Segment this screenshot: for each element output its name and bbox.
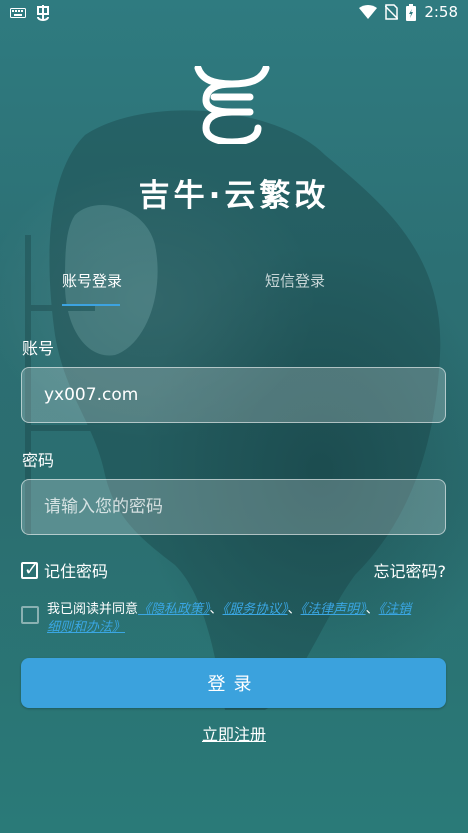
agreement-separator: 、 (287, 602, 301, 617)
app-logo-icon (194, 66, 270, 144)
tab-account-login[interactable]: 账号登录 (62, 270, 122, 291)
register-link[interactable]: 立即注册 (202, 725, 266, 744)
service-agreement-link[interactable]: 《服务协议》 (223, 602, 288, 617)
legal-statement-link[interactable]: 《法律声明》 (301, 602, 366, 617)
account-input[interactable] (42, 384, 425, 406)
bug-icon (37, 5, 49, 21)
forgot-password-link[interactable]: 忘记密码? (374, 558, 447, 582)
agreement-prefix: 我已阅读并同意 (47, 602, 139, 617)
remember-checkbox[interactable]: ✓ (21, 558, 40, 580)
checkmark-icon: ✓ (24, 558, 40, 580)
password-label: 密码 (22, 451, 55, 470)
agreement-checkbox[interactable] (21, 606, 39, 624)
status-time: 2:58 (424, 3, 458, 21)
password-input[interactable] (42, 496, 425, 518)
remember-label: 记住密码 (44, 562, 109, 581)
login-screen: 2:58 吉牛·云繁改 账号登录 短信登录 账号 密码 ✓ 记住密码 忘记密码?… (0, 0, 468, 833)
app-title: 吉牛·云繁改 (138, 178, 330, 214)
active-tab-indicator (62, 304, 120, 306)
register-row: 立即注册 (0, 721, 468, 745)
agreement-text: 我已阅读并同意《隐私政策》、《服务协议》、《法律声明》、《注销细则和办法》 (47, 601, 417, 637)
login-tabs: 账号登录 短信登录 (0, 270, 468, 310)
wifi-icon (359, 5, 378, 19)
account-field[interactable] (21, 367, 446, 423)
tab-sms-login[interactable]: 短信登录 (265, 270, 325, 291)
status-left-icons (10, 4, 52, 22)
login-button[interactable]: 登录 (21, 658, 446, 708)
agreement-separator: 、 (209, 602, 223, 617)
password-field[interactable] (21, 479, 446, 535)
status-right-icons: 2:58 (359, 3, 458, 21)
account-label: 账号 (22, 339, 55, 358)
keyboard-icon (10, 8, 26, 18)
status-bar: 2:58 (0, 0, 468, 26)
agreement-separator: 、 (365, 602, 379, 617)
remember-password[interactable]: ✓ 记住密码 (21, 558, 108, 582)
no-sim-icon (385, 4, 399, 20)
privacy-policy-link[interactable]: 《隐私政策》 (138, 602, 210, 617)
battery-charging-icon (406, 3, 417, 21)
